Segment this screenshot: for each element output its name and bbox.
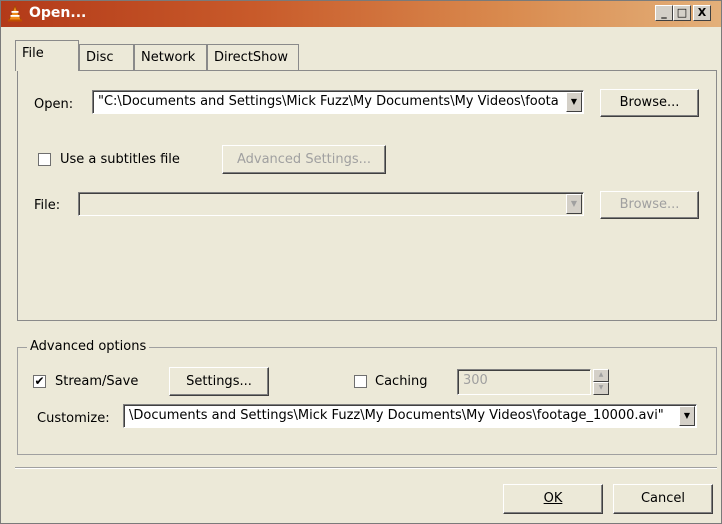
open-dialog: Open... _ □ X File Disc Network DirectSh… — [0, 0, 722, 524]
browse-button-label: Browse... — [619, 95, 680, 110]
open-combo[interactable]: "C:\Documents and Settings\Mick Fuzz\My … — [92, 90, 584, 114]
tab-directshow[interactable]: DirectShow — [207, 44, 299, 70]
customize-label: Customize: — [37, 411, 110, 426]
maximize-button[interactable]: □ — [673, 5, 691, 21]
open-path-value: "C:\Documents and Settings\Mick Fuzz\My … — [98, 94, 559, 109]
footer-separator — [15, 467, 717, 469]
chevron-up-icon: ▲ — [598, 371, 604, 378]
tab-disc-label: Disc — [86, 50, 114, 65]
caching-label: Caching — [375, 374, 428, 389]
window-title: Open... — [29, 5, 87, 21]
subtitles-label: Use a subtitles file — [60, 152, 180, 167]
caching-value: 300 — [463, 373, 488, 388]
tab-file[interactable]: File — [15, 40, 79, 71]
subtitle-file-dropdown-button[interactable]: ▼ — [566, 194, 582, 214]
customize-combo[interactable]: \Documents and Settings\Mick Fuzz\My Doc… — [123, 404, 697, 428]
subtitles-checkbox[interactable] — [38, 153, 51, 166]
caching-checkbox[interactable] — [354, 375, 367, 388]
chevron-down-icon: ▼ — [570, 199, 578, 208]
tab-network-label: Network — [141, 50, 196, 65]
cancel-button-label: Cancel — [640, 491, 686, 506]
spin-down-button[interactable]: ▼ — [593, 382, 609, 395]
tab-directshow-label: DirectShow — [214, 50, 289, 65]
open-label: Open: — [34, 97, 74, 112]
stream-save-checkbox[interactable]: ✔ — [33, 375, 46, 388]
open-dropdown-button[interactable]: ▼ — [566, 92, 582, 112]
chevron-down-icon: ▼ — [598, 384, 604, 391]
caching-input[interactable]: 300 — [457, 369, 591, 395]
chevron-down-icon: ▼ — [570, 97, 578, 106]
ok-button[interactable]: OK — [503, 484, 603, 514]
close-icon: X — [697, 6, 707, 19]
customize-dropdown-button[interactable]: ▼ — [679, 406, 695, 426]
minimize-button[interactable]: _ — [655, 5, 673, 21]
tab-file-label: File — [22, 46, 44, 61]
advanced-settings-label: Advanced Settings... — [236, 152, 372, 167]
title-bar[interactable]: Open... _ □ X — [1, 1, 721, 27]
vlc-cone-icon — [8, 5, 22, 22]
ok-button-label: OK — [543, 491, 563, 506]
advanced-settings-button[interactable]: Advanced Settings... — [222, 145, 386, 174]
checkmark-icon: ✔ — [34, 374, 45, 388]
browse-button[interactable]: Browse... — [600, 89, 699, 117]
advanced-options-group — [17, 347, 717, 455]
cancel-button[interactable]: Cancel — [613, 484, 713, 514]
maximize-icon: □ — [676, 6, 688, 19]
advanced-options-title: Advanced options — [27, 339, 150, 354]
stream-settings-button[interactable]: Settings... — [169, 367, 269, 396]
tab-network[interactable]: Network — [134, 44, 207, 70]
caching-spinner[interactable]: ▲ ▼ — [593, 369, 609, 395]
close-button[interactable]: X — [693, 5, 711, 21]
file-label: File: — [34, 198, 61, 213]
file-tab-panel: Open: "C:\Documents and Settings\Mick Fu… — [17, 70, 717, 321]
subtitle-browse-button[interactable]: Browse... — [600, 191, 699, 219]
stream-save-label: Stream/Save — [55, 374, 139, 389]
stream-settings-label: Settings... — [186, 374, 252, 389]
spin-up-button[interactable]: ▲ — [593, 369, 609, 382]
chevron-down-icon: ▼ — [683, 411, 691, 420]
customize-value: \Documents and Settings\Mick Fuzz\My Doc… — [129, 408, 664, 423]
minimize-icon: _ — [661, 6, 667, 19]
tab-disc[interactable]: Disc — [79, 44, 134, 70]
subtitle-browse-label: Browse... — [619, 197, 680, 212]
subtitle-file-combo[interactable]: ▼ — [78, 192, 584, 216]
